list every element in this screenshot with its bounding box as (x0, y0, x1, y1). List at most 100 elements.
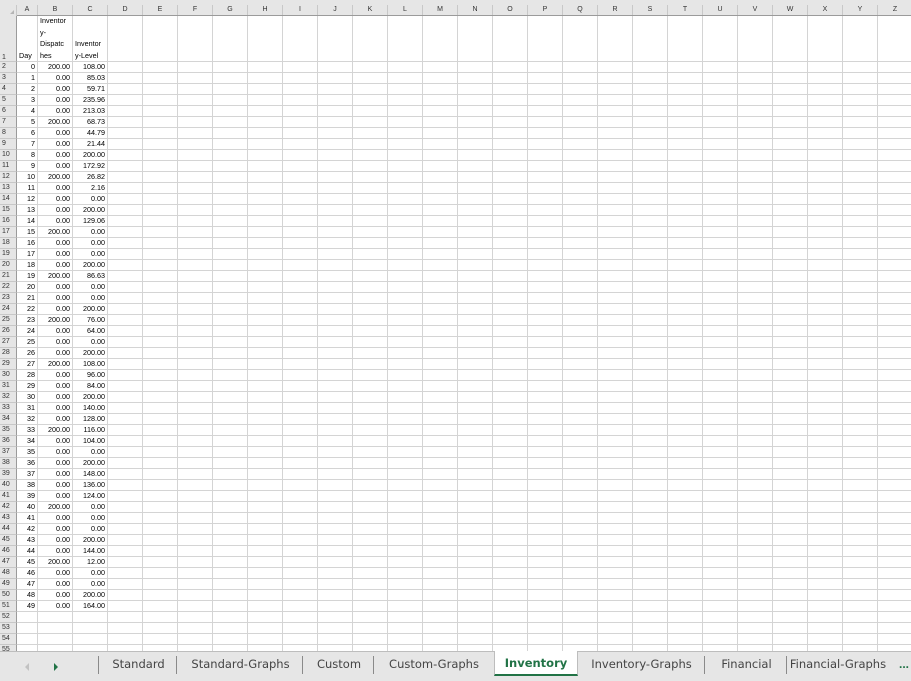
cell-f[interactable] (178, 568, 213, 578)
cell-c[interactable]: 86.63 (73, 271, 108, 281)
cell-g[interactable] (213, 106, 248, 116)
cell-p[interactable] (528, 293, 563, 303)
cell-v[interactable] (738, 623, 773, 633)
cell-h[interactable] (248, 513, 283, 523)
cell-w[interactable] (773, 425, 808, 435)
cell-s[interactable] (633, 557, 668, 567)
cell-a[interactable]: 31 (17, 403, 38, 413)
cell-o[interactable] (493, 238, 528, 248)
cell-a[interactable]: 39 (17, 491, 38, 501)
cell-b[interactable] (38, 612, 73, 622)
cell-k[interactable] (353, 194, 388, 204)
cell-n[interactable] (458, 370, 493, 380)
cell-b[interactable]: 0.00 (38, 403, 73, 413)
row-header[interactable]: 45 (0, 535, 17, 546)
column-header-w[interactable]: W (773, 5, 808, 15)
cell-p[interactable] (528, 381, 563, 391)
cell-o[interactable] (493, 205, 528, 215)
cell-y[interactable] (843, 194, 878, 204)
cell-n[interactable] (458, 73, 493, 83)
cell-c[interactable]: 164.00 (73, 601, 108, 611)
row-header[interactable]: 9 (0, 139, 17, 150)
cell-w[interactable] (773, 161, 808, 171)
row-header[interactable]: 8 (0, 128, 17, 139)
cell-v[interactable] (738, 568, 773, 578)
cell-x[interactable] (808, 216, 843, 226)
cell-c[interactable]: 200.00 (73, 392, 108, 402)
cell-y[interactable] (843, 161, 878, 171)
cell-e[interactable] (143, 392, 178, 402)
cell-j[interactable] (318, 238, 353, 248)
cell-d[interactable] (108, 183, 143, 193)
cell-h[interactable] (248, 601, 283, 611)
cell-l[interactable] (388, 458, 423, 468)
cell-h[interactable] (248, 238, 283, 248)
cell-t[interactable] (668, 612, 703, 622)
cell-d[interactable] (108, 205, 143, 215)
row-header[interactable]: 50 (0, 590, 17, 601)
cell-r[interactable] (598, 227, 633, 237)
cell-v[interactable] (738, 150, 773, 160)
cell-u[interactable] (703, 480, 738, 490)
cell-u[interactable] (703, 271, 738, 281)
cell-t[interactable] (668, 337, 703, 347)
cell-i[interactable] (283, 425, 318, 435)
cell-s[interactable] (633, 117, 668, 127)
cell-y[interactable] (843, 282, 878, 292)
cell-g[interactable] (213, 425, 248, 435)
cell-k[interactable] (353, 348, 388, 358)
cell-v[interactable] (738, 348, 773, 358)
cell-h[interactable] (248, 634, 283, 644)
cell-e[interactable] (143, 359, 178, 369)
cell-v[interactable] (738, 73, 773, 83)
cell-m[interactable] (423, 238, 458, 248)
cell-z[interactable] (878, 546, 911, 556)
cell-r[interactable] (598, 502, 633, 512)
row-header[interactable]: 3 (0, 73, 17, 84)
cell-o[interactable] (493, 513, 528, 523)
cell-i[interactable] (283, 337, 318, 347)
cell-e[interactable] (143, 293, 178, 303)
cell-g[interactable] (213, 238, 248, 248)
cell-i[interactable] (283, 238, 318, 248)
cell-s[interactable] (633, 414, 668, 424)
cell-e[interactable] (143, 161, 178, 171)
cell-r[interactable] (598, 590, 633, 600)
cell-h[interactable] (248, 139, 283, 149)
cell-m[interactable] (423, 205, 458, 215)
cell-q[interactable] (563, 425, 598, 435)
cell-f[interactable] (178, 579, 213, 589)
cell-t[interactable] (668, 601, 703, 611)
cell-a[interactable]: 30 (17, 392, 38, 402)
cell-c[interactable]: 0.00 (73, 238, 108, 248)
cell-q[interactable] (563, 62, 598, 72)
cell-p[interactable] (528, 106, 563, 116)
cell-f[interactable] (178, 634, 213, 644)
cell-o[interactable] (493, 568, 528, 578)
cell-g[interactable] (213, 183, 248, 193)
row-header[interactable]: 42 (0, 502, 17, 513)
cell-a[interactable] (17, 634, 38, 644)
cell-d[interactable] (108, 249, 143, 259)
cell-w[interactable] (773, 392, 808, 402)
cell-c[interactable]: 213.03 (73, 106, 108, 116)
cell-d[interactable] (108, 447, 143, 457)
cell-m[interactable] (423, 381, 458, 391)
cell-j[interactable] (318, 172, 353, 182)
cell-f[interactable] (178, 183, 213, 193)
cell-s[interactable] (633, 337, 668, 347)
cell-z[interactable] (878, 425, 911, 435)
cell-a[interactable]: 3 (17, 95, 38, 105)
cell-y[interactable] (843, 601, 878, 611)
cell-o[interactable] (493, 623, 528, 633)
cell-b[interactable]: 0.00 (38, 436, 73, 446)
cell-z[interactable] (878, 359, 911, 369)
cell-z[interactable] (878, 535, 911, 545)
column-header-b[interactable]: B (38, 5, 73, 15)
cell-b[interactable]: 0.00 (38, 183, 73, 193)
cell-x[interactable] (808, 117, 843, 127)
cell-g[interactable] (213, 73, 248, 83)
cell-i[interactable] (283, 370, 318, 380)
cell-e[interactable] (143, 139, 178, 149)
cell-o[interactable] (493, 535, 528, 545)
